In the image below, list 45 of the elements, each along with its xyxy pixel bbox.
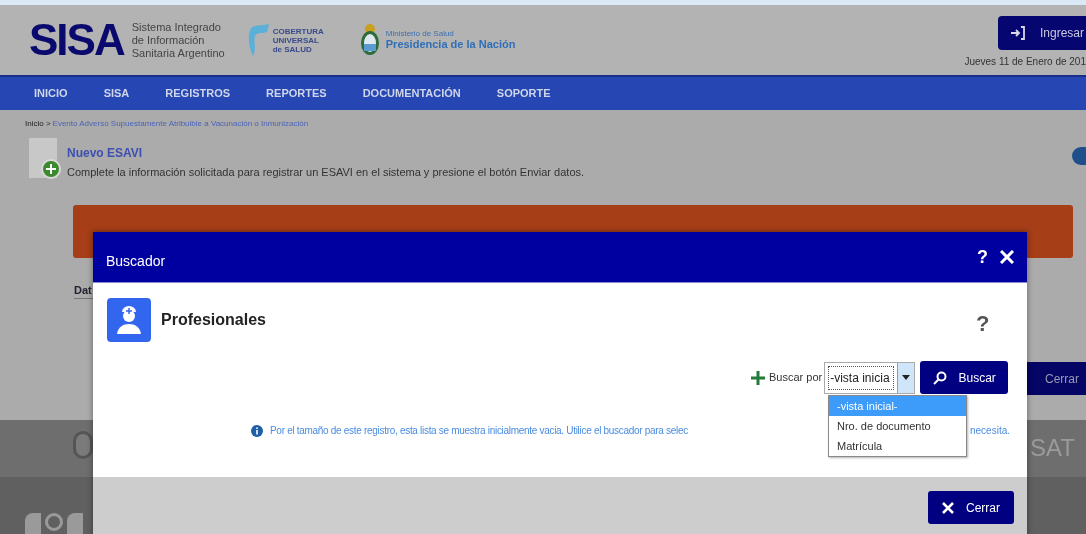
search-by-select[interactable]: -vista inicia (824, 361, 916, 394)
nav-link[interactable]: SISA (103, 85, 130, 102)
search-icon (932, 370, 947, 385)
coverage-logo-text: UNIVERSAL (272, 35, 320, 45)
help-button[interactable]: ? (977, 243, 988, 271)
section-title: Profesionales (161, 310, 266, 330)
logo-text: SISA (29, 18, 124, 62)
logo-subtitle-line: Sanitaria Argentino (131, 46, 225, 60)
nav-link[interactable]: INICIO (34, 85, 68, 102)
info-text: Por el tamaño de este registro, esta lista se muestra inicialmente vacia. Utilice el buscador para selec (270, 424, 688, 438)
close-icon (942, 501, 954, 514)
section-help[interactable]: ? (976, 307, 990, 340)
logo-subtitle-line: de Información (131, 33, 206, 47)
logo-subtitle-line: Sistema Integrado (131, 20, 222, 34)
nav-link[interactable]: REGISTROS (165, 85, 231, 102)
presidency-name: Presidencia de la Nación (385, 38, 516, 51)
add-icon[interactable] (751, 370, 765, 385)
page-title: Nuevo ESAVI (67, 145, 144, 162)
dropdown-option[interactable]: Matrícula (829, 436, 966, 456)
close-button[interactable]: Cerrar (1027, 362, 1086, 395)
ministry-name: Ministerio de Salud (385, 29, 455, 38)
search-by-label: Buscar por (769, 370, 823, 386)
nav-link[interactable]: REPORTES (266, 85, 327, 102)
form-label: Dat (74, 283, 92, 298)
breadcrumb-current: Evento Adverso Supuestamente Atribuible a Vacunación o Inmunización (52, 118, 309, 130)
search-button[interactable]: Buscar (920, 361, 1009, 394)
footer-logo-drawing (25, 513, 85, 534)
login-button[interactable]: Ingresar (997, 16, 1086, 50)
flag-swoosh-icon (246, 22, 271, 58)
close-icon[interactable] (1000, 250, 1014, 264)
modal-title: Buscador (106, 251, 167, 271)
professional-icon (107, 298, 151, 342)
nav-link[interactable]: SOPORTE (496, 85, 551, 102)
coat-of-arms-icon (359, 23, 380, 57)
coverage-logo-text: de SALUD (272, 44, 313, 54)
coverage-logo-text: COBERTURA (272, 26, 324, 36)
nav-link[interactable]: DOCUMENTACIÓN (362, 85, 461, 102)
date-text: Jueves 11 de Enero de 201 (964, 55, 1086, 69)
page-description: Complete la información solicitada para registrar un ESAVI en el sistema y presione el botón Enviar datos. (67, 165, 585, 180)
info-icon (251, 424, 263, 437)
info-text: necesita. (970, 424, 1011, 438)
login-icon (1009, 26, 1026, 40)
close-button[interactable]: Cerrar (928, 491, 1014, 524)
breadcrumb-link[interactable]: Inicio > (25, 118, 51, 130)
dropdown-option[interactable]: Nro. de documento (829, 416, 966, 436)
